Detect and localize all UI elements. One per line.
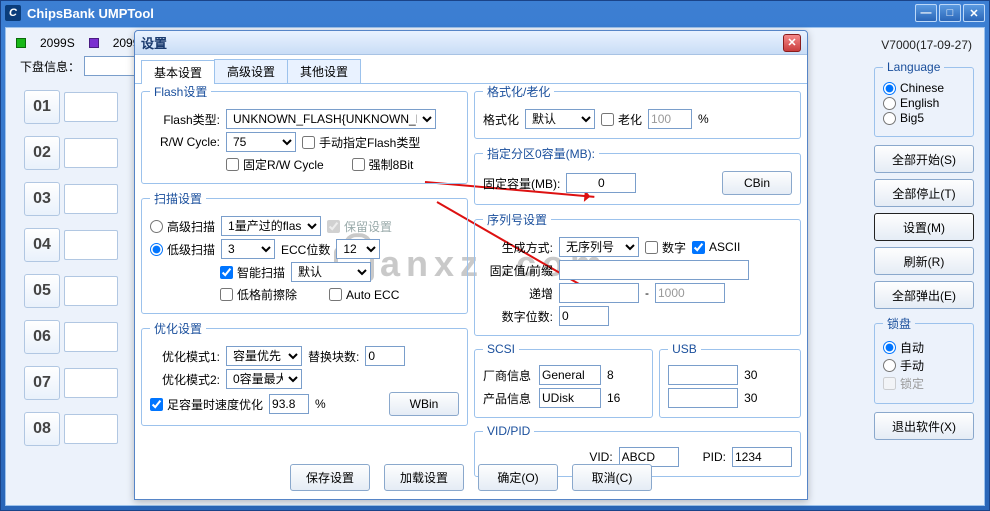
- cbin-button[interactable]: CBin: [722, 171, 792, 195]
- exit-button[interactable]: 退出软件(X): [874, 412, 974, 440]
- serial-inc-to-input: [655, 283, 725, 303]
- flash-type-select[interactable]: UNKNOWN_FLASH{UNKNOWN_FLASH}: [226, 109, 436, 129]
- version-label: V7000(17-09-27): [881, 38, 972, 52]
- slot-list: 01 02 03 04 05 06 07 08: [24, 90, 118, 458]
- lock-manual[interactable]: 手动: [883, 357, 965, 374]
- aging-checkbox[interactable]: 老化: [601, 111, 642, 128]
- lang-chinese[interactable]: Chinese: [883, 81, 965, 95]
- serial-group: 序列号设置 生成方式: 无序列号 数字 ASCII 固定值/前缀 递增: [474, 211, 801, 336]
- app-icon: C: [5, 5, 21, 21]
- slot-05[interactable]: 05: [24, 274, 60, 308]
- lang-english[interactable]: English: [883, 96, 965, 110]
- ok-button[interactable]: 确定(O): [478, 464, 558, 491]
- aging-value-input: [648, 109, 692, 129]
- slot-08[interactable]: 08: [24, 412, 60, 446]
- replace-blocks-input[interactable]: [365, 346, 405, 366]
- low-erase-checkbox[interactable]: 低格前擦除: [220, 286, 297, 303]
- tab-other[interactable]: 其他设置: [287, 59, 361, 83]
- slot-07[interactable]: 07: [24, 366, 60, 400]
- manual-flash-checkbox[interactable]: 手动指定Flash类型: [302, 134, 420, 151]
- low-scan-select[interactable]: 3: [221, 239, 275, 259]
- serial-gen-select[interactable]: 无序列号: [559, 237, 639, 257]
- rw-cycle-select[interactable]: 75: [226, 132, 296, 152]
- ecc-bits-select[interactable]: 12: [336, 239, 380, 259]
- usb-val2-input[interactable]: [668, 388, 738, 408]
- window-title: ChipsBank UMPTool: [27, 6, 154, 21]
- scan-settings-group: 扫描设置 高级扫描 1量产过的flash 保留设置 低级扫描 3 ECC位数 1…: [141, 190, 468, 314]
- minimize-button[interactable]: —: [915, 4, 937, 22]
- slot-06[interactable]: 06: [24, 320, 60, 354]
- serial-numeric-checkbox[interactable]: 数字: [645, 239, 686, 256]
- fixed-rw-checkbox[interactable]: 固定R/W Cycle: [226, 156, 324, 173]
- scsi-product-input[interactable]: [539, 388, 601, 408]
- opt-mode1-select[interactable]: 容量优先: [226, 346, 302, 366]
- dialog-close-button[interactable]: ✕: [783, 34, 801, 52]
- refresh-button[interactable]: 刷新(R): [874, 247, 974, 275]
- high-scan-select[interactable]: 1量产过的flash: [221, 216, 321, 236]
- settings-dialog: 设置 ✕ 基本设置 高级设置 其他设置 anxz .com Flash设置: [134, 30, 808, 500]
- speed-opt-value[interactable]: [269, 394, 309, 414]
- force-8bit-checkbox[interactable]: 强制8Bit: [352, 156, 414, 173]
- start-all-button[interactable]: 全部开始(S): [874, 145, 974, 173]
- main-titlebar: C ChipsBank UMPTool — □ ✕: [1, 1, 989, 25]
- smart-scan-checkbox[interactable]: 智能扫描: [220, 264, 285, 281]
- format-aging-group: 格式化/老化 格式化 默认 老化 %: [474, 83, 801, 139]
- auto-ecc-checkbox[interactable]: Auto ECC: [329, 288, 399, 302]
- disk-info-label: 下盘信息：: [20, 58, 80, 75]
- load-settings-button[interactable]: 加载设置: [384, 464, 464, 491]
- serial-fixed-input[interactable]: [559, 260, 749, 280]
- optimize-settings-group: 优化设置 优化模式1: 容量优先 替换块数: 优化模式2: 0容量最大: [141, 320, 468, 426]
- high-scan-radio[interactable]: 高级扫描: [150, 218, 215, 235]
- serial-ascii-checkbox[interactable]: ASCII: [692, 240, 740, 254]
- tab-advanced[interactable]: 高级设置: [214, 59, 288, 83]
- usb-group: USB 30 30: [659, 342, 801, 418]
- speed-opt-checkbox[interactable]: 足容量时速度优化: [150, 396, 263, 413]
- maximize-button[interactable]: □: [939, 4, 961, 22]
- fixed-capacity-input[interactable]: [566, 173, 636, 193]
- serial-digits-input[interactable]: [559, 306, 609, 326]
- keep-settings-checkbox: 保留设置: [327, 218, 392, 235]
- opt-mode2-select[interactable]: 0容量最大: [226, 369, 302, 389]
- legend-swatch-2099s: [16, 38, 26, 48]
- low-scan-radio[interactable]: 低级扫描: [150, 241, 215, 258]
- slot-04[interactable]: 04: [24, 228, 60, 262]
- slot-02[interactable]: 02: [24, 136, 60, 170]
- usb-val1-input[interactable]: [668, 365, 738, 385]
- lock-group: 锁盘 自动 手动 锁定: [874, 315, 974, 404]
- language-group: Language Chinese English Big5: [874, 60, 974, 137]
- dialog-titlebar: 设置 ✕: [135, 31, 807, 55]
- lock-locked[interactable]: 锁定: [883, 375, 965, 392]
- tab-basic[interactable]: 基本设置: [141, 60, 215, 84]
- legend-swatch-2099: [89, 38, 99, 48]
- scsi-group: SCSI 厂商信息 8 产品信息 16: [474, 342, 653, 418]
- smart-scan-select[interactable]: 默认: [291, 262, 371, 282]
- slot-01[interactable]: 01: [24, 90, 60, 124]
- stop-all-button[interactable]: 全部停止(T): [874, 179, 974, 207]
- close-button[interactable]: ✕: [963, 4, 985, 22]
- device-legend: 2099S 2099: [16, 36, 139, 50]
- cancel-button[interactable]: 取消(C): [572, 464, 652, 491]
- partition-group: 指定分区0容量(MB): 固定容量(MB): CBin: [474, 145, 801, 205]
- wbin-button[interactable]: WBin: [389, 392, 459, 416]
- save-settings-button[interactable]: 保存设置: [290, 464, 370, 491]
- slot-03[interactable]: 03: [24, 182, 60, 216]
- lang-big5[interactable]: Big5: [883, 111, 965, 125]
- settings-button[interactable]: 设置(M): [874, 213, 974, 241]
- scsi-vendor-input[interactable]: [539, 365, 601, 385]
- flash-settings-group: Flash设置 Flash类型: UNKNOWN_FLASH{UNKNOWN_F…: [141, 83, 468, 184]
- format-select[interactable]: 默认: [525, 109, 595, 129]
- serial-inc-from-input[interactable]: [559, 283, 639, 303]
- lock-auto[interactable]: 自动: [883, 339, 965, 356]
- eject-all-button[interactable]: 全部弹出(E): [874, 281, 974, 309]
